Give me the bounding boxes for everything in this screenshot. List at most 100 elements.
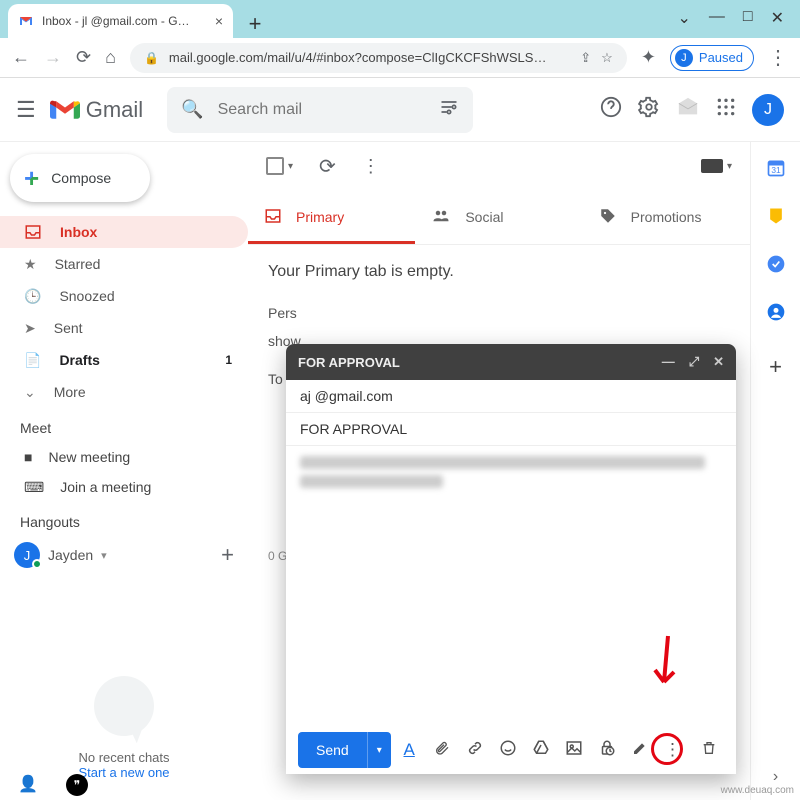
insert-signature-icon[interactable] (625, 739, 654, 762)
search-icon[interactable]: 🔍 (181, 99, 203, 120)
hangouts-user-row[interactable]: J Jayden ▾ + (0, 536, 248, 568)
search-options-icon[interactable] (439, 97, 459, 122)
compose-window: FOR APPROVAL — ⤢ ✕ aj @gmail.com FOR APP… (286, 344, 736, 774)
reload-icon[interactable]: ⟳ (76, 47, 91, 68)
search-input[interactable] (218, 101, 425, 119)
chevron-down-icon: ⌄ (24, 384, 36, 401)
minimize-icon[interactable]: — (709, 8, 725, 28)
hangouts-add-button[interactable]: + (221, 542, 234, 568)
promotions-tab-icon (599, 207, 617, 228)
hangouts-caret-icon[interactable]: ▾ (101, 549, 107, 562)
lock-icon: 🔒 (144, 51, 159, 65)
meet-new-meeting[interactable]: ■ New meeting (0, 442, 248, 472)
side-panel-add-button[interactable]: + (769, 354, 782, 380)
close-tab-icon[interactable]: × (215, 13, 223, 29)
browser-tab-strip: Inbox - jl @gmail.com - G… × + ⌄ — □ ✕ (0, 0, 800, 38)
hangouts-bubble-icon (94, 676, 154, 736)
side-panel-collapse-icon[interactable]: › (773, 768, 778, 786)
compose-close-icon[interactable]: ✕ (713, 354, 724, 370)
send-dropdown-button[interactable]: ▾ (367, 732, 391, 768)
back-icon[interactable]: ← (12, 47, 30, 68)
start-new-chat-link[interactable]: Start a new one (78, 765, 169, 780)
attach-file-icon[interactable] (428, 739, 457, 762)
browser-tab[interactable]: Inbox - jl @gmail.com - G… × (8, 4, 233, 38)
star-icon: ★ (24, 256, 37, 273)
search-box[interactable]: 🔍 (167, 87, 472, 133)
forward-icon[interactable]: → (44, 47, 62, 68)
discard-draft-icon[interactable] (695, 739, 724, 762)
contacts-icon[interactable] (766, 302, 786, 322)
primary-tab-icon (264, 207, 282, 228)
gmail-logo[interactable]: Gmail (50, 97, 143, 123)
open-mail-icon[interactable] (676, 96, 700, 124)
select-all-checkbox[interactable]: ▾ (266, 157, 293, 175)
empty-message: Your Primary tab is empty. (248, 245, 750, 299)
extensions-icon[interactable]: ✦ (641, 47, 656, 68)
blurred-body-line (300, 456, 705, 469)
watermark: www.deuaq.com (721, 785, 794, 796)
nav-starred[interactable]: ★ Starred (0, 248, 248, 280)
tab-title: Inbox - jl @gmail.com - G… (42, 14, 190, 28)
hangouts-username: Jayden (48, 547, 93, 563)
compose-subject-field[interactable]: FOR APPROVAL (286, 413, 736, 446)
social-tab-icon (431, 207, 451, 228)
account-avatar[interactable]: J (752, 94, 784, 126)
insert-image-icon[interactable] (559, 739, 588, 762)
input-indicator[interactable]: ▾ (701, 159, 732, 173)
gmail-logo-icon (50, 98, 80, 122)
tab-promotions[interactable]: Promotions (583, 190, 750, 244)
more-actions-icon[interactable]: ⋮ (362, 156, 380, 177)
url-text: mail.google.com/mail/u/4/#inbox?compose=… (169, 50, 547, 65)
tab-primary[interactable]: Primary (248, 190, 415, 244)
insert-emoji-icon[interactable] (493, 739, 522, 762)
nav-sent[interactable]: ➤ Sent (0, 312, 248, 344)
url-box[interactable]: 🔒 mail.google.com/mail/u/4/#inbox?compos… (130, 43, 627, 73)
nav-inbox[interactable]: Inbox (0, 216, 248, 248)
compose-button[interactable]: Compose (10, 154, 150, 202)
close-window-icon[interactable]: ✕ (771, 8, 784, 28)
calendar-icon[interactable]: 31 (766, 158, 786, 178)
caret-down-icon[interactable]: ⌄ (678, 8, 691, 28)
confidential-mode-icon[interactable] (592, 739, 621, 762)
help-icon[interactable] (600, 96, 622, 124)
side-panel: 31 + › (750, 142, 800, 800)
compose-header[interactable]: FOR APPROVAL — ⤢ ✕ (286, 344, 736, 380)
insert-link-icon[interactable] (461, 739, 490, 762)
format-text-icon[interactable]: A (395, 740, 424, 760)
nav-list: Inbox ★ Starred 🕒 Snoozed ➤ Sent 📄 Draft… (0, 216, 248, 408)
tab-social[interactable]: Social (415, 190, 582, 244)
share-icon[interactable]: ⇪ (580, 50, 591, 66)
apps-grid-icon[interactable] (716, 97, 736, 123)
tasks-icon[interactable] (766, 254, 786, 274)
compose-to-field[interactable]: aj @gmail.com (286, 380, 736, 413)
browser-menu-icon[interactable]: ⋮ (768, 45, 788, 70)
compose-title: FOR APPROVAL (298, 355, 400, 370)
keep-icon[interactable] (766, 206, 786, 226)
keyboard-icon: ⌨ (24, 479, 44, 496)
send-button[interactable]: Send (298, 732, 367, 768)
bookmark-star-icon[interactable]: ☆ (601, 50, 613, 66)
nav-snoozed[interactable]: 🕒 Snoozed (0, 280, 248, 312)
person-icon[interactable]: 👤 (18, 774, 38, 796)
refresh-icon[interactable]: ⟳ (319, 154, 336, 179)
compose-fullscreen-icon[interactable]: ⤢ (689, 354, 699, 370)
settings-gear-icon[interactable] (638, 96, 660, 124)
compose-minimize-icon[interactable]: — (662, 354, 675, 370)
new-tab-button[interactable]: + (241, 10, 269, 38)
meet-join-meeting[interactable]: ⌨ Join a meeting (0, 472, 248, 502)
profile-label: Paused (699, 50, 743, 65)
profile-chip[interactable]: J Paused (670, 45, 754, 71)
video-icon: ■ (24, 449, 32, 465)
main-menu-icon[interactable]: ☰ (16, 97, 36, 123)
nav-more[interactable]: ⌄ More (0, 376, 248, 408)
logo-text: Gmail (86, 97, 143, 123)
input-tool-icon (701, 159, 723, 173)
insert-drive-icon[interactable] (526, 739, 555, 762)
sidebar: Compose Inbox ★ Starred 🕒 Snoozed ➤ Sent… (0, 142, 248, 800)
hangouts-quote-icon[interactable]: ❞ (66, 774, 88, 796)
maximize-icon[interactable]: □ (743, 8, 753, 28)
nav-drafts[interactable]: 📄 Drafts 1 (0, 344, 248, 376)
home-icon[interactable]: ⌂ (105, 47, 116, 68)
compose-more-options-icon[interactable]: ⋮ (658, 740, 687, 760)
compose-body[interactable] (286, 446, 736, 726)
